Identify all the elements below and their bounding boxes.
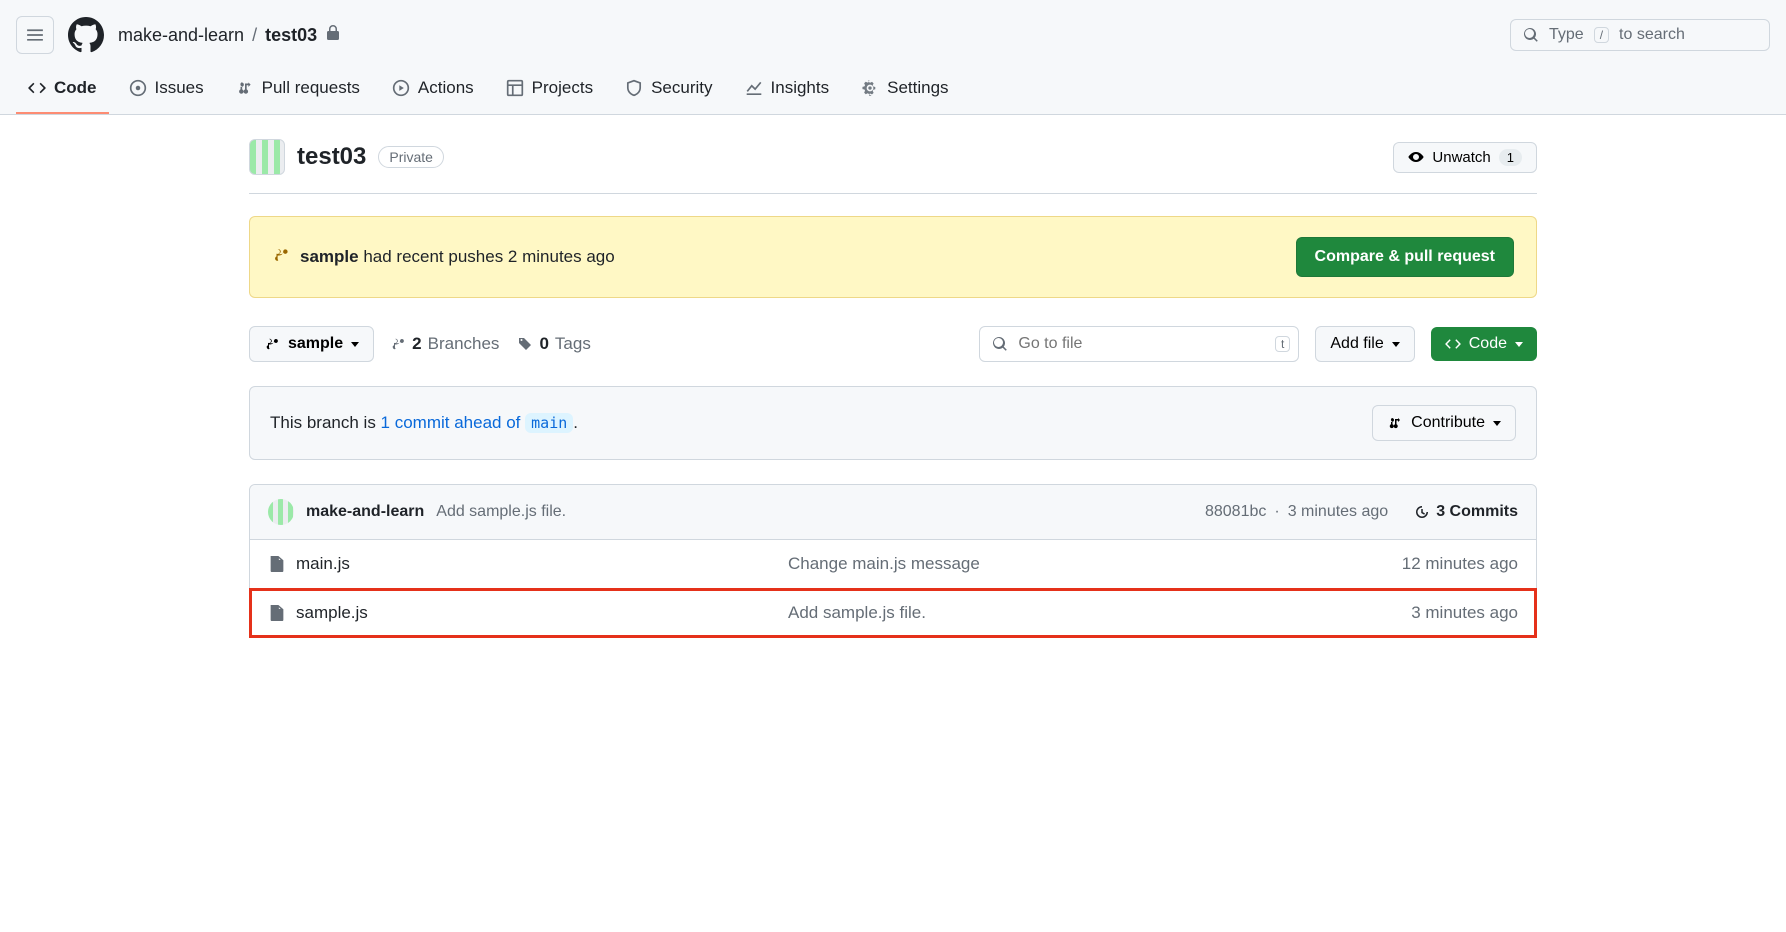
contribute-button[interactable]: Contribute — [1372, 405, 1516, 441]
tab-code[interactable]: Code — [16, 66, 109, 114]
lock-icon — [325, 25, 341, 46]
commit-sha[interactable]: 88081bc — [1205, 503, 1266, 521]
commit-time: 3 minutes ago — [1288, 503, 1389, 521]
file-time: 12 minutes ago — [1358, 554, 1518, 574]
search-icon — [992, 336, 1008, 352]
file-list: make-and-learn Add sample.js file. 88081… — [249, 484, 1537, 638]
branch-icon — [264, 336, 280, 352]
branch-comparison-box: This branch is 1 commit ahead of main. C… — [249, 386, 1537, 460]
file-icon — [268, 604, 286, 622]
tab-pulls[interactable]: Pull requests — [224, 66, 372, 114]
pr-icon — [236, 79, 254, 97]
add-file-label: Add file — [1330, 335, 1383, 353]
commit-message[interactable]: Add sample.js file. — [436, 503, 566, 521]
tab-settings-label: Settings — [887, 78, 948, 98]
author-avatar[interactable] — [268, 499, 294, 525]
pr-icon — [1387, 415, 1403, 431]
tab-insights[interactable]: Insights — [733, 66, 842, 114]
commit-author[interactable]: make-and-learn — [306, 503, 424, 521]
contribute-label: Contribute — [1411, 414, 1485, 432]
tags-link[interactable]: 0 Tags — [517, 334, 590, 354]
breadcrumb: make-and-learn / test03 — [118, 25, 341, 46]
code-icon — [28, 79, 46, 97]
search-icon — [1523, 27, 1539, 43]
breadcrumb-separator: / — [252, 25, 257, 46]
search-suffix: to search — [1619, 26, 1685, 44]
tab-code-label: Code — [54, 78, 97, 98]
file-row[interactable]: main.js Change main.js message12 minutes … — [250, 540, 1536, 589]
commits-count: 3 Commits — [1436, 503, 1518, 521]
repo-title: test03 — [297, 143, 366, 171]
chevron-down-icon — [1392, 342, 1400, 347]
actions-icon — [392, 79, 410, 97]
tag-icon — [517, 336, 533, 352]
code-button-label: Code — [1469, 335, 1507, 353]
tab-security-label: Security — [651, 78, 712, 98]
search-prefix: Type — [1549, 26, 1584, 44]
tab-insights-label: Insights — [771, 78, 830, 98]
breadcrumb-repo[interactable]: test03 — [265, 25, 317, 46]
code-button[interactable]: Code — [1431, 327, 1537, 361]
visibility-badge: Private — [378, 146, 444, 168]
file-commit-message[interactable]: Add sample.js file. — [788, 603, 1358, 623]
tab-issues[interactable]: Issues — [117, 66, 216, 114]
search-key: / — [1594, 27, 1609, 43]
gear-icon — [861, 79, 879, 97]
projects-icon — [506, 79, 524, 97]
tab-actions[interactable]: Actions — [380, 66, 486, 114]
file-icon — [268, 555, 286, 573]
add-file-button[interactable]: Add file — [1315, 326, 1414, 362]
unwatch-label: Unwatch — [1432, 149, 1490, 166]
chevron-down-icon — [351, 342, 359, 347]
latest-commit: make-and-learn Add sample.js file. 88081… — [250, 485, 1536, 540]
go-to-file-key: t — [1275, 336, 1290, 352]
chevron-down-icon — [1493, 421, 1501, 426]
eye-icon — [1408, 149, 1424, 165]
global-search[interactable]: Type / to search — [1510, 19, 1770, 51]
flash-text: had recent pushes 2 minutes ago — [359, 247, 615, 266]
ahead-prefix: This branch is — [270, 413, 381, 432]
breadcrumb-owner[interactable]: make-and-learn — [118, 25, 244, 46]
branches-link[interactable]: 2 Branches — [390, 334, 499, 354]
shield-icon — [625, 79, 643, 97]
unwatch-button[interactable]: Unwatch 1 — [1393, 142, 1537, 173]
issues-icon — [129, 79, 147, 97]
file-time: 3 minutes ago — [1358, 603, 1518, 623]
tab-settings[interactable]: Settings — [849, 66, 960, 114]
repo-avatar — [249, 139, 285, 175]
recent-push-flash: sample had recent pushes 2 minutes ago C… — [249, 216, 1537, 298]
graph-icon — [745, 79, 763, 97]
branch-icon — [390, 336, 406, 352]
base-branch[interactable]: main — [525, 413, 573, 433]
file-row[interactable]: sample.js Add sample.js file.3 minutes ag… — [250, 589, 1536, 637]
code-icon — [1445, 336, 1461, 352]
flash-branch: sample — [300, 247, 359, 266]
github-logo[interactable] — [68, 17, 104, 53]
github-icon — [68, 17, 104, 53]
ahead-link[interactable]: 1 commit ahead of — [381, 413, 521, 432]
hamburger-icon — [26, 26, 44, 44]
history-icon — [1414, 504, 1430, 520]
go-to-file-input[interactable]: t — [979, 326, 1299, 362]
tab-security[interactable]: Security — [613, 66, 724, 114]
chevron-down-icon — [1515, 342, 1523, 347]
branch-selector[interactable]: sample — [249, 326, 374, 362]
tab-projects-label: Projects — [532, 78, 593, 98]
watch-count: 1 — [1499, 149, 1522, 166]
file-name[interactable]: sample.js — [296, 603, 368, 623]
commits-link[interactable]: 3 Commits — [1414, 503, 1518, 521]
tab-pulls-label: Pull requests — [262, 78, 360, 98]
menu-button[interactable] — [16, 16, 54, 54]
branch-name: sample — [288, 335, 343, 353]
ahead-suffix: . — [573, 413, 578, 432]
file-commit-message[interactable]: Change main.js message — [788, 554, 1358, 574]
file-name[interactable]: main.js — [296, 554, 350, 574]
repo-nav: Code Issues Pull requests Actions Projec… — [0, 66, 1786, 115]
tab-actions-label: Actions — [418, 78, 474, 98]
compare-pr-button[interactable]: Compare & pull request — [1296, 237, 1514, 277]
tab-issues-label: Issues — [155, 78, 204, 98]
branch-icon — [272, 246, 290, 269]
tab-projects[interactable]: Projects — [494, 66, 605, 114]
go-to-file-field[interactable] — [1018, 335, 1286, 353]
